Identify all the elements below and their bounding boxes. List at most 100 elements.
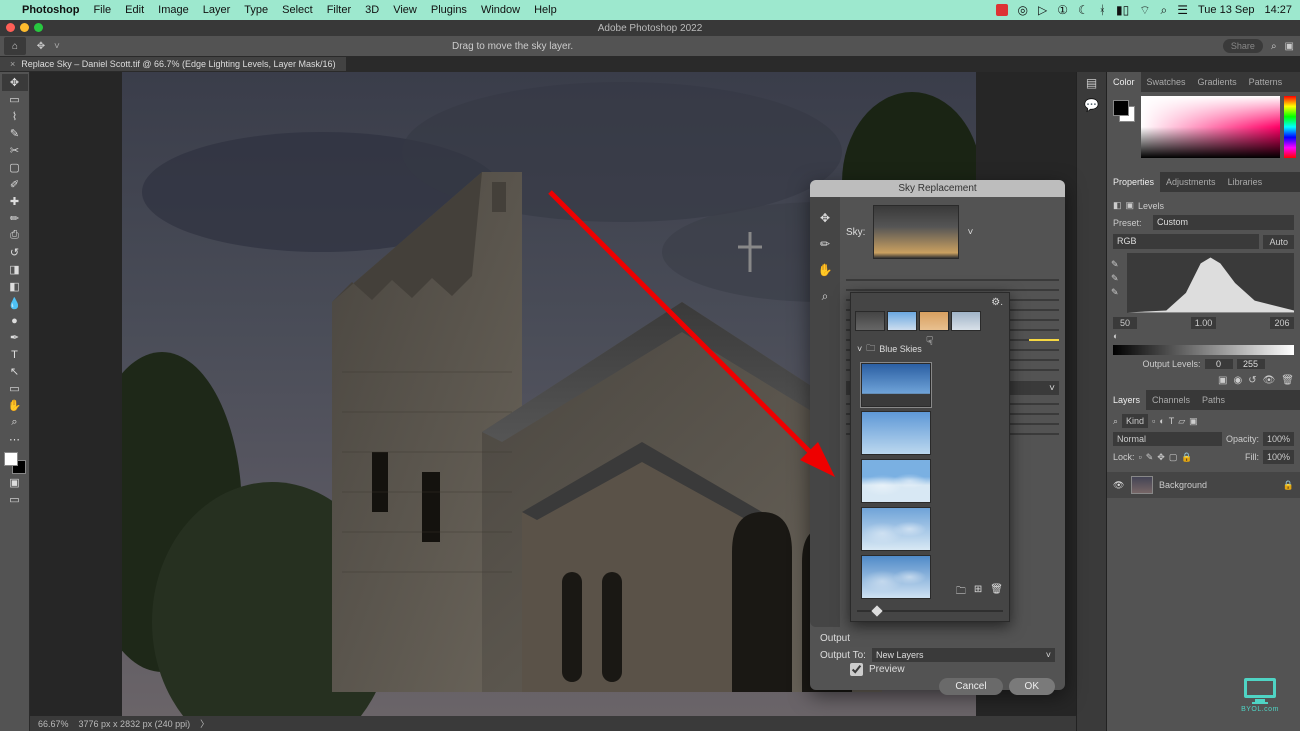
recent-sky-thumb[interactable] bbox=[951, 311, 981, 331]
blend-mode-select[interactable]: Normal bbox=[1113, 432, 1222, 446]
status-play-icon[interactable]: ▷ bbox=[1038, 3, 1047, 17]
tool-edit-toolbar[interactable]: ⋯ bbox=[2, 431, 28, 448]
tab-channels[interactable]: Channels bbox=[1146, 390, 1196, 410]
current-tool-icon[interactable]: ✥ bbox=[30, 41, 52, 52]
filter-adjust-icon[interactable]: ◐ bbox=[1159, 416, 1164, 426]
tool-blur[interactable]: 💧 bbox=[2, 295, 28, 312]
reset-icon[interactable]: ↺ bbox=[1248, 375, 1256, 386]
folder-disclosure-icon[interactable]: ˅ bbox=[857, 344, 862, 354]
histogram[interactable] bbox=[1127, 253, 1294, 313]
sky-preset-picker[interactable]: ⚙. ˅ 🗀 Blue Skies 🗀 ⊞ 🗑 bbox=[850, 292, 1010, 622]
tool-zoom[interactable]: ⌕ bbox=[2, 414, 28, 431]
tool-brush[interactable]: ✏ bbox=[2, 210, 28, 227]
tool-eraser[interactable]: ◨ bbox=[2, 261, 28, 278]
output-low-input[interactable] bbox=[1205, 359, 1233, 369]
dialog-hand-tool-icon[interactable]: ✋ bbox=[818, 263, 833, 277]
tab-adjustments[interactable]: Adjustments bbox=[1160, 172, 1222, 192]
zoom-level[interactable]: 66.67% bbox=[38, 719, 69, 729]
cancel-button[interactable]: Cancel bbox=[939, 678, 1002, 695]
lock-pixels-icon[interactable]: ✎ bbox=[1146, 452, 1154, 463]
tab-gradients[interactable]: Gradients bbox=[1192, 72, 1243, 92]
layer-filter-kind[interactable]: Kind bbox=[1122, 414, 1148, 428]
output-gradient[interactable] bbox=[1113, 345, 1294, 355]
sky-folder-row[interactable]: ˅ 🗀 Blue Skies bbox=[855, 337, 1005, 361]
tab-layers[interactable]: Layers bbox=[1107, 390, 1146, 410]
tool-crop[interactable]: ✂ bbox=[2, 142, 28, 159]
tool-heal[interactable]: ✚ bbox=[2, 193, 28, 210]
sky-preset-thumb[interactable] bbox=[861, 555, 931, 599]
comments-panel-icon[interactable]: 💬 bbox=[1084, 98, 1099, 112]
status-battery-icon[interactable]: ▮▯ bbox=[1116, 3, 1129, 17]
home-button[interactable]: ⌂ bbox=[4, 37, 26, 55]
fg-bg-swatch[interactable] bbox=[4, 452, 26, 474]
workspace-icon[interactable]: ▣ bbox=[1285, 41, 1294, 52]
tab-paths[interactable]: Paths bbox=[1196, 390, 1231, 410]
picker-settings-icon[interactable]: ⚙. bbox=[991, 297, 1003, 308]
menu-help[interactable]: Help bbox=[534, 4, 557, 16]
opacity-input[interactable]: 100% bbox=[1263, 432, 1294, 446]
tool-type[interactable]: T bbox=[2, 346, 28, 363]
tool-pen[interactable]: ✒ bbox=[2, 329, 28, 346]
menu-3d[interactable]: 3D bbox=[365, 4, 379, 16]
import-sky-icon[interactable]: 🗀 bbox=[956, 584, 966, 601]
tab-patterns[interactable]: Patterns bbox=[1243, 72, 1289, 92]
filter-type-icon[interactable]: T bbox=[1169, 416, 1175, 426]
menu-view[interactable]: View bbox=[393, 4, 417, 16]
dialog-zoom-tool-icon[interactable]: ⌕ bbox=[822, 289, 829, 304]
sky-dropdown-icon[interactable]: ˅ bbox=[967, 227, 973, 238]
document-dimensions[interactable]: 3776 px x 2832 px (240 ppi) bbox=[79, 719, 191, 729]
output-high-input[interactable] bbox=[1237, 359, 1265, 369]
tab-color[interactable]: Color bbox=[1107, 72, 1141, 92]
ok-button[interactable]: OK bbox=[1009, 678, 1055, 695]
tool-rectangle[interactable]: ▭ bbox=[2, 380, 28, 397]
tool-options-chevron-icon[interactable]: ˅ bbox=[54, 41, 60, 52]
status-chevron-icon[interactable]: 〉 bbox=[200, 717, 209, 730]
tab-properties[interactable]: Properties bbox=[1107, 172, 1160, 192]
dialog-slider[interactable] bbox=[846, 289, 1059, 291]
sky-preset-thumb[interactable] bbox=[861, 363, 931, 407]
lock-all-icon[interactable]: 🔒 bbox=[1181, 452, 1192, 463]
menu-image[interactable]: Image bbox=[158, 4, 189, 16]
menu-layer[interactable]: Layer bbox=[203, 4, 231, 16]
lock-artboard-icon[interactable]: ▢ bbox=[1169, 452, 1178, 463]
lock-pos-icon[interactable]: ✥ bbox=[1157, 452, 1165, 463]
menu-plugins[interactable]: Plugins bbox=[431, 4, 467, 16]
layer-name[interactable]: Background bbox=[1159, 480, 1207, 490]
lock-trans-icon[interactable]: ▫ bbox=[1139, 452, 1142, 462]
menubar-time[interactable]: 14:27 bbox=[1264, 4, 1292, 16]
hue-slider[interactable] bbox=[1284, 96, 1296, 158]
filter-smart-icon[interactable]: ▣ bbox=[1189, 416, 1198, 427]
status-clock-icon[interactable]: ① bbox=[1057, 3, 1068, 17]
preview-checkbox[interactable] bbox=[850, 663, 863, 676]
tab-close-icon[interactable]: × bbox=[10, 59, 15, 69]
window-close-button[interactable] bbox=[6, 23, 15, 32]
recent-sky-thumb[interactable] bbox=[919, 311, 949, 331]
levels-shadow-input[interactable]: 50 bbox=[1113, 317, 1137, 329]
document-tab[interactable]: × Replace Sky – Daniel Scott.tif @ 66.7%… bbox=[0, 57, 346, 71]
status-control-center-icon[interactable]: ☰ bbox=[1177, 3, 1188, 17]
thumbnail-size-handle[interactable] bbox=[871, 605, 882, 616]
tool-gradient[interactable]: ◧ bbox=[2, 278, 28, 295]
status-dnd-icon[interactable]: ☾ bbox=[1078, 3, 1089, 17]
menu-window[interactable]: Window bbox=[481, 4, 520, 16]
delete-preset-icon[interactable]: 🗑 bbox=[990, 584, 1003, 601]
auto-button[interactable]: Auto bbox=[1263, 235, 1294, 249]
filter-shape-icon[interactable]: ▱ bbox=[1178, 416, 1185, 427]
tool-dodge[interactable]: ● bbox=[2, 312, 28, 329]
share-button[interactable]: Share bbox=[1223, 39, 1263, 53]
output-to-select[interactable]: New Layers˅ bbox=[872, 648, 1055, 662]
eyedropper-white-icon[interactable]: ✎ bbox=[1111, 287, 1119, 298]
tool-hand[interactable]: ✋ bbox=[2, 397, 28, 414]
tool-quick-select[interactable]: ✎ bbox=[2, 125, 28, 142]
menu-filter[interactable]: Filter bbox=[327, 4, 351, 16]
layer-lock-icon[interactable]: 🔒 bbox=[1283, 480, 1294, 491]
delete-adjustment-icon[interactable]: 🗑 bbox=[1281, 375, 1294, 386]
filter-pixel-icon[interactable]: ▫ bbox=[1152, 416, 1155, 426]
menu-edit[interactable]: Edit bbox=[125, 4, 144, 16]
search-icon[interactable]: ⌕ bbox=[1271, 41, 1277, 52]
tab-swatches[interactable]: Swatches bbox=[1141, 72, 1192, 92]
view-previous-icon[interactable]: ◉ bbox=[1233, 375, 1242, 386]
status-bluetooth-icon[interactable]: ᚼ bbox=[1099, 3, 1106, 17]
tool-eyedropper[interactable]: ✐ bbox=[2, 176, 28, 193]
tool-quick-mask[interactable]: ▣ bbox=[2, 474, 28, 491]
